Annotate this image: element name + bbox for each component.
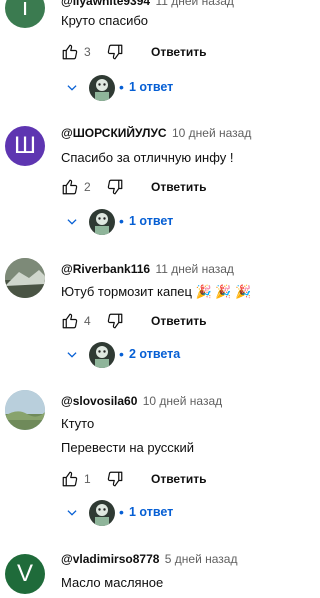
comment: V @vladimirso8778 5 дней назад Масло мас… <box>0 546 302 598</box>
comment-text: Масло масляное <box>61 575 164 590</box>
reply-button[interactable]: Ответить <box>151 45 206 59</box>
replies-toggle[interactable]: • 2 ответа <box>61 342 261 368</box>
avatar-letter: V <box>16 560 33 587</box>
author-line: @ШОРСКИЙУЛУС 10 дней назад <box>61 126 251 140</box>
avatar[interactable]: i <box>5 0 45 28</box>
comment-time[interactable]: 5 дней назад <box>165 552 238 566</box>
translate-link[interactable]: Перевести на русский <box>61 440 194 455</box>
author-line: @slovosila60 10 дней назад <box>61 394 222 408</box>
chevron-down-icon <box>67 352 77 358</box>
reply-author-avatar <box>89 342 115 368</box>
author-line: @ilyawhite9394 11 дней назад <box>61 0 234 8</box>
avatar-photo <box>5 390 45 430</box>
replies-count-label: 1 ответ <box>129 214 174 228</box>
replies-count-label: 1 ответ <box>129 505 174 519</box>
comment: i @ilyawhite9394 11 дней назад Круто спа… <box>0 0 302 110</box>
reply-author-avatar <box>89 75 115 101</box>
separator-dot: • <box>119 346 124 362</box>
author-line: @Riverbank116 11 дней назад <box>61 262 234 276</box>
comment-text: Ютуб тормозит капец 🎉 🎉 🎉 <box>61 284 252 299</box>
replies-toggle[interactable]: • 1 ответ <box>61 209 261 235</box>
comment: Ш @ШОРСКИЙУЛУС 10 дней назад Спасибо за … <box>0 120 302 244</box>
comment-time[interactable]: 11 дней назад <box>155 0 233 8</box>
author-name[interactable]: @ШОРСКИЙУЛУС <box>61 126 167 140</box>
like-icon[interactable] <box>61 312 79 330</box>
avatar[interactable]: V <box>5 554 45 594</box>
like-count: 4 <box>84 314 91 328</box>
author-name[interactable]: @ilyawhite9394 <box>61 0 150 8</box>
like-count: 3 <box>84 45 91 59</box>
avatar[interactable] <box>5 390 45 430</box>
like-icon[interactable] <box>61 43 79 61</box>
like-count: 1 <box>84 472 91 486</box>
comment-actions: 3 Ответить <box>61 43 281 63</box>
avatar-letter: i <box>22 0 28 21</box>
reply-author-avatar <box>89 500 115 526</box>
comment-text: Ктуто <box>61 416 95 431</box>
comment-time[interactable]: 11 дней назад <box>155 262 233 276</box>
comment-actions: 1 Ответить <box>61 470 281 490</box>
chevron-down-icon <box>67 219 77 225</box>
comment-time[interactable]: 10 дней назад <box>143 394 222 408</box>
author-name[interactable]: @Riverbank116 <box>61 262 150 276</box>
avatar[interactable]: Ш <box>5 126 45 166</box>
comment-actions: 2 Ответить <box>61 178 281 198</box>
reply-button[interactable]: Ответить <box>151 314 206 328</box>
comment-text: Спасибо за отличную инфу ! <box>61 150 234 165</box>
like-icon[interactable] <box>61 470 79 488</box>
chevron-down-icon <box>67 85 77 91</box>
avatar-letter: Ш <box>14 132 36 159</box>
reply-button[interactable]: Ответить <box>151 472 206 486</box>
separator-dot: • <box>119 504 124 520</box>
author-line: @vladimirso8778 5 дней назад <box>61 552 237 566</box>
separator-dot: • <box>119 79 124 95</box>
like-icon[interactable] <box>61 178 79 196</box>
dislike-icon[interactable] <box>106 43 124 61</box>
separator-dot: • <box>119 213 124 229</box>
author-name[interactable]: @vladimirso8778 <box>61 552 159 566</box>
like-count: 2 <box>84 180 91 194</box>
chevron-down-icon <box>67 510 77 516</box>
reply-button[interactable]: Ответить <box>151 180 206 194</box>
replies-toggle[interactable]: • 1 ответ <box>61 500 261 526</box>
dislike-icon[interactable] <box>106 178 124 196</box>
dislike-icon[interactable] <box>106 470 124 488</box>
comment-time[interactable]: 10 дней назад <box>172 126 251 140</box>
comment-actions: 4 Ответить <box>61 312 281 332</box>
comment-text: Круто спасибо <box>61 13 149 28</box>
replies-count-label: 1 ответ <box>129 80 174 94</box>
comment: @slovosila60 10 дней назад Ктуто Перевес… <box>0 388 302 528</box>
author-name[interactable]: @slovosila60 <box>61 394 137 408</box>
avatar-photo <box>5 258 45 298</box>
dislike-icon[interactable] <box>106 312 124 330</box>
avatar[interactable] <box>5 258 45 298</box>
replies-count-label: 2 ответа <box>129 347 181 361</box>
reply-author-avatar <box>89 209 115 235</box>
comment: @Riverbank116 11 дней назад Ютуб тормози… <box>0 256 302 374</box>
replies-toggle[interactable]: • 1 ответ <box>61 75 261 101</box>
